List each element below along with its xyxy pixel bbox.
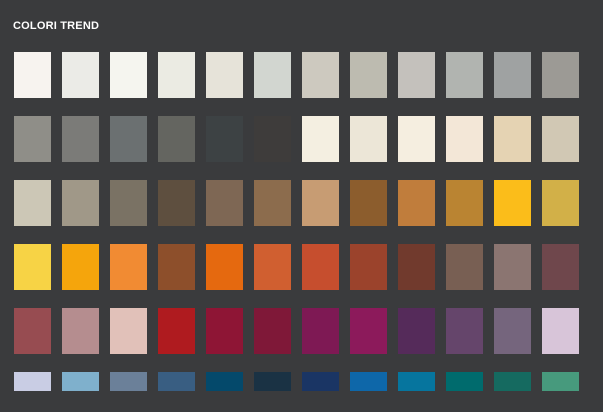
color-swatch[interactable] xyxy=(110,308,147,354)
color-swatch[interactable] xyxy=(398,52,435,98)
color-swatch[interactable] xyxy=(542,116,579,162)
color-swatch[interactable] xyxy=(350,116,387,162)
color-swatch[interactable] xyxy=(302,308,339,354)
color-swatch[interactable] xyxy=(494,244,531,290)
color-swatch[interactable] xyxy=(62,372,99,391)
color-swatch[interactable] xyxy=(158,116,195,162)
color-swatch[interactable] xyxy=(446,372,483,391)
color-swatch[interactable] xyxy=(398,116,435,162)
color-swatch[interactable] xyxy=(110,52,147,98)
color-swatch[interactable] xyxy=(446,180,483,226)
color-swatch[interactable] xyxy=(398,372,435,391)
color-swatch[interactable] xyxy=(398,244,435,290)
color-swatch[interactable] xyxy=(206,116,243,162)
color-swatch[interactable] xyxy=(542,244,579,290)
color-swatch[interactable] xyxy=(110,372,147,391)
color-swatch[interactable] xyxy=(350,180,387,226)
color-swatch[interactable] xyxy=(446,308,483,354)
color-swatch[interactable] xyxy=(350,372,387,391)
color-swatch[interactable] xyxy=(206,308,243,354)
color-swatch[interactable] xyxy=(494,308,531,354)
color-swatch[interactable] xyxy=(494,372,531,391)
color-swatch[interactable] xyxy=(14,372,51,391)
color-swatch[interactable] xyxy=(302,372,339,391)
color-swatch[interactable] xyxy=(542,308,579,354)
color-swatch[interactable] xyxy=(542,180,579,226)
color-swatch[interactable] xyxy=(110,244,147,290)
color-swatch[interactable] xyxy=(158,244,195,290)
page-title: COLORI TREND xyxy=(13,20,100,32)
color-swatch[interactable] xyxy=(14,180,51,226)
color-swatch[interactable] xyxy=(206,244,243,290)
color-swatch[interactable] xyxy=(62,308,99,354)
color-swatch[interactable] xyxy=(254,372,291,391)
color-swatch[interactable] xyxy=(398,180,435,226)
color-swatch[interactable] xyxy=(206,52,243,98)
color-swatch[interactable] xyxy=(350,308,387,354)
color-swatch[interactable] xyxy=(302,52,339,98)
color-swatch[interactable] xyxy=(542,372,579,391)
color-swatch[interactable] xyxy=(14,244,51,290)
color-swatch[interactable] xyxy=(542,52,579,98)
color-swatch[interactable] xyxy=(494,52,531,98)
color-swatch[interactable] xyxy=(446,116,483,162)
color-swatch[interactable] xyxy=(254,116,291,162)
color-swatch[interactable] xyxy=(350,52,387,98)
color-swatch[interactable] xyxy=(110,180,147,226)
color-swatch[interactable] xyxy=(110,116,147,162)
color-swatch[interactable] xyxy=(446,244,483,290)
color-swatch[interactable] xyxy=(14,116,51,162)
color-swatch[interactable] xyxy=(302,180,339,226)
color-swatch[interactable] xyxy=(62,52,99,98)
color-swatch[interactable] xyxy=(446,52,483,98)
color-swatch[interactable] xyxy=(398,308,435,354)
color-swatch[interactable] xyxy=(254,52,291,98)
color-swatch[interactable] xyxy=(158,372,195,391)
color-swatch[interactable] xyxy=(206,180,243,226)
color-swatch[interactable] xyxy=(62,180,99,226)
color-swatch[interactable] xyxy=(494,116,531,162)
color-swatch[interactable] xyxy=(158,308,195,354)
color-swatch[interactable] xyxy=(350,244,387,290)
color-swatch[interactable] xyxy=(254,308,291,354)
color-swatch[interactable] xyxy=(62,116,99,162)
color-swatch[interactable] xyxy=(62,244,99,290)
color-swatch[interactable] xyxy=(158,52,195,98)
color-swatch[interactable] xyxy=(14,308,51,354)
color-swatch[interactable] xyxy=(254,244,291,290)
color-swatch-grid xyxy=(14,52,579,392)
color-swatch[interactable] xyxy=(158,180,195,226)
color-swatch[interactable] xyxy=(302,116,339,162)
color-swatch[interactable] xyxy=(206,372,243,391)
color-swatch[interactable] xyxy=(254,180,291,226)
color-swatch[interactable] xyxy=(14,52,51,98)
color-swatch[interactable] xyxy=(494,180,531,226)
color-swatch[interactable] xyxy=(302,244,339,290)
